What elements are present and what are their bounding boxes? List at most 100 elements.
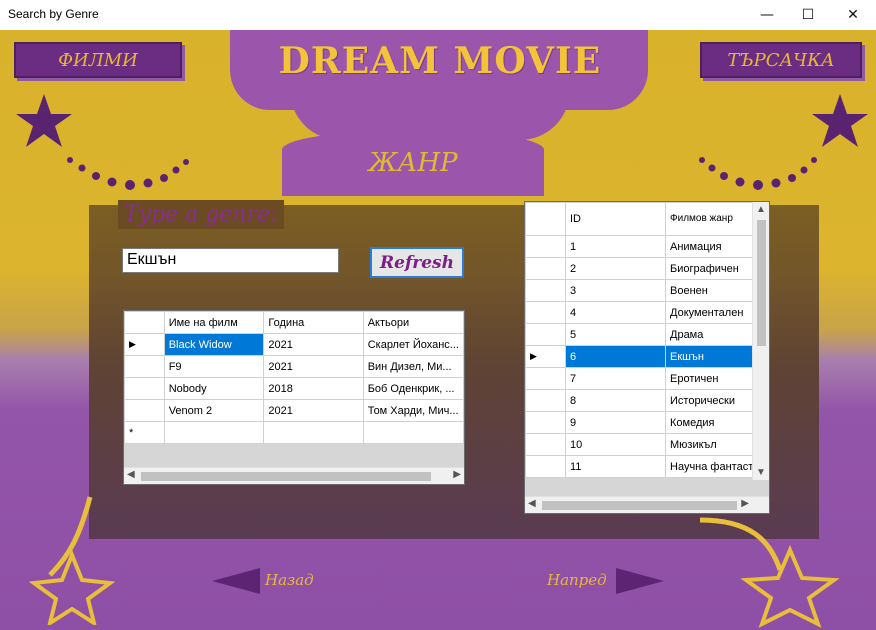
table-row[interactable]: ▶ 6 Екшън [525,345,767,368]
table-row[interactable]: ▶ Black Widow 2021 Скарлет Йоханс... [124,333,464,356]
new-row[interactable]: * [124,421,464,444]
table-cell[interactable]: 2018 [263,377,364,400]
scroll-thumb[interactable] [141,472,431,481]
table-cell[interactable]: Документален [664,301,767,324]
row-header[interactable] [525,301,566,324]
next-button[interactable]: Напред [547,571,607,589]
row-header[interactable] [525,323,566,346]
back-button[interactable]: Назад [265,571,314,589]
table-cell[interactable]: 9 [565,411,666,434]
table-cell[interactable] [163,421,265,444]
movies-horizontal-scrollbar[interactable]: ◀ ▶ [124,467,464,484]
row-header[interactable] [525,279,566,302]
scroll-left-icon[interactable]: ◀ [127,469,135,480]
table-cell[interactable]: 8 [565,389,666,412]
close-button[interactable]: ✕ [830,0,876,30]
table-cell[interactable] [362,421,464,444]
table-cell[interactable]: Скарлет Йоханс... [362,333,464,356]
table-cell[interactable]: F9 [163,355,265,378]
refresh-button[interactable]: Refresh [370,247,464,278]
genres-vertical-scrollbar[interactable]: ▲ ▼ [752,202,769,480]
row-header[interactable] [124,355,165,378]
row-header[interactable] [525,389,566,412]
table-cell[interactable]: Исторически [664,389,767,412]
row-header[interactable] [525,455,566,478]
table-cell[interactable] [263,421,364,444]
minimize-button[interactable]: — [744,0,790,30]
table-row[interactable]: F9 2021 Вин Дизел, Ми... [124,355,464,378]
table-row[interactable]: 9 Комедия [525,411,767,434]
table-cell[interactable]: Мюзикъл [664,433,767,456]
genre-search-input[interactable]: Екшън [122,248,339,273]
table-cell[interactable]: Venom 2 [163,399,265,422]
scroll-left-icon[interactable]: ◀ [528,498,536,509]
row-header[interactable] [124,377,165,400]
next-arrow-icon[interactable] [614,568,666,594]
current-row-marker[interactable]: ▶ [525,345,566,368]
table-cell[interactable]: 2021 [263,399,364,422]
table-cell[interactable]: Научна фантаст... [664,455,767,478]
scroll-down-icon[interactable]: ▼ [756,467,766,478]
table-cell[interactable]: 7 [565,367,666,390]
table-cell[interactable]: 10 [565,433,666,456]
table-row[interactable]: 10 Мюзикъл [525,433,767,456]
table-cell[interactable]: Black Widow [163,333,265,356]
table-cell[interactable]: 11 [565,455,666,478]
table-cell[interactable]: Том Харди, Мич... [362,399,464,422]
search-button[interactable]: ТЪРСАЧКА [700,42,862,78]
column-header-actors[interactable]: Актьори [362,311,464,334]
star-garland-right-icon [699,94,868,190]
new-row-marker[interactable]: * [124,421,165,444]
table-row[interactable]: Nobody 2018 Боб Оденкрик, ... [124,377,464,400]
row-header[interactable] [525,367,566,390]
row-header[interactable] [525,257,566,280]
star-garland-left-icon [16,94,189,190]
column-header-year[interactable]: Година [263,311,364,334]
table-cell[interactable]: 2021 [263,355,364,378]
column-header-title[interactable]: Име на филм [163,311,265,334]
table-cell[interactable]: 4 [565,301,666,324]
table-cell[interactable]: Комедия [664,411,767,434]
column-header-id[interactable]: ID [565,202,666,236]
column-header-genre[interactable]: Филмов жанр [664,202,767,236]
table-cell[interactable]: Биографичен [664,257,767,280]
row-header[interactable] [525,411,566,434]
table-cell[interactable]: Драма [664,323,767,346]
table-cell[interactable]: Nobody [163,377,265,400]
row-header[interactable] [124,399,165,422]
films-button[interactable]: ФИЛМИ [14,42,182,78]
scroll-thumb[interactable] [757,220,766,346]
table-cell[interactable]: Екшън [664,345,767,368]
table-cell[interactable]: 5 [565,323,666,346]
row-header[interactable] [525,433,566,456]
table-cell[interactable]: 3 [565,279,666,302]
table-row[interactable]: 11 Научна фантаст... [525,455,767,478]
row-header[interactable] [525,235,566,258]
scroll-up-icon[interactable]: ▲ [756,204,766,215]
table-row[interactable]: 7 Еротичен [525,367,767,390]
table-cell[interactable]: Анимация [664,235,767,258]
current-row-marker[interactable]: ▶ [124,333,165,356]
table-row[interactable]: 2 Биографичен [525,257,767,280]
back-arrow-icon[interactable] [212,568,264,594]
table-cell[interactable]: Вин Дизел, Ми... [362,355,464,378]
table-cell[interactable]: 2 [565,257,666,280]
genres-grid[interactable]: ID Филмов жанр 1 Анимация 2 Биографичен 3В… [524,201,770,514]
table-cell[interactable]: 6 [565,345,666,368]
table-cell[interactable]: Еротичен [664,367,767,390]
table-row[interactable]: Venom 2 2021 Том Харди, Мич... [124,399,464,422]
table-row[interactable]: 4 Документален [525,301,767,324]
movies-grid[interactable]: Име на филм Година Актьори ▶ Black Widow… [123,310,465,485]
star-corner-right-icon [699,517,840,628]
table-cell[interactable]: Военен [664,279,767,302]
maximize-button[interactable]: ☐ [785,0,831,30]
table-row[interactable]: 1 Анимация [525,235,767,258]
table-row[interactable]: 8 Исторически [525,389,767,412]
table-row[interactable]: 3 Военен [525,279,767,302]
table-row[interactable]: 5 Драма [525,323,767,346]
table-cell[interactable]: 1 [565,235,666,258]
table-cell[interactable]: Боб Оденкрик, ... [362,377,464,400]
table-cell[interactable]: 2021 [263,333,364,356]
app-window: Search by Genre — ☐ ✕ DREAM MOVIE ЖАНР Ф… [0,0,876,630]
scroll-right-icon[interactable]: ▶ [453,469,461,480]
